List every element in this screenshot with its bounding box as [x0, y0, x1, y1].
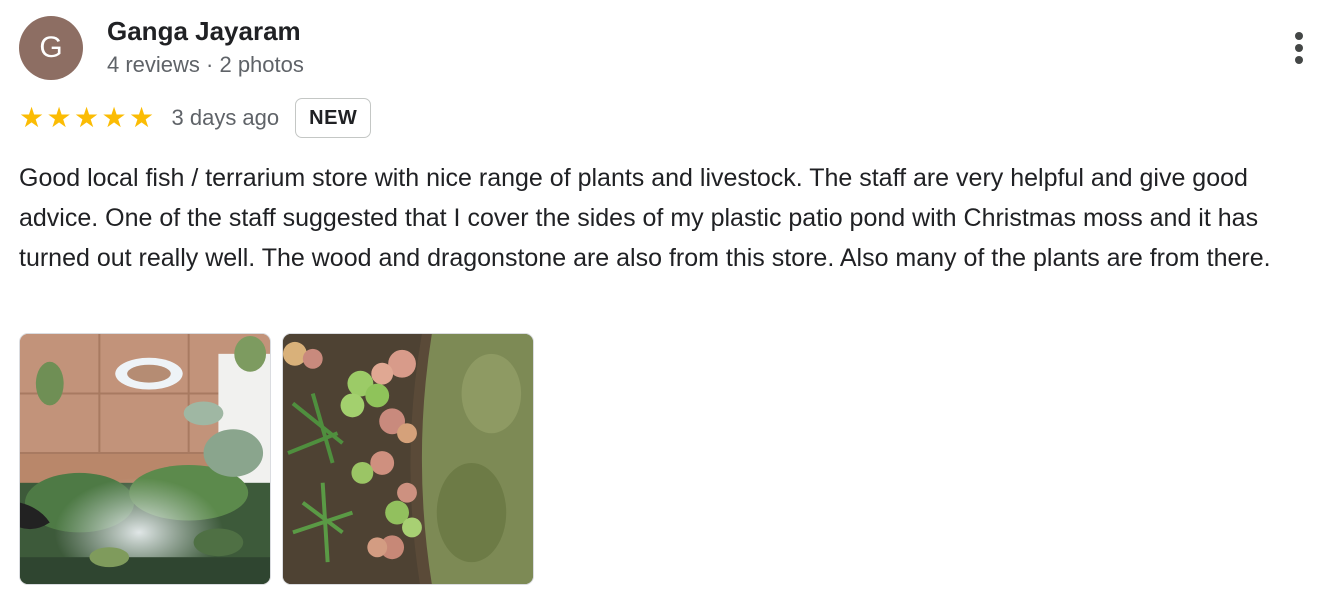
- star-icon: ★: [74, 102, 100, 133]
- avatar[interactable]: G: [19, 16, 83, 80]
- rating-row: ★ ★ ★ ★ ★ 3 days ago NEW: [19, 98, 372, 138]
- review-photo-2[interactable]: [282, 333, 534, 585]
- more-vert-dot: [1295, 44, 1303, 52]
- star-icon: ★: [19, 102, 45, 133]
- star-icon: ★: [129, 102, 155, 133]
- terrarium-photo: [20, 334, 270, 584]
- more-vert-dot: [1295, 56, 1303, 64]
- reviewer-meta[interactable]: 4 reviews · 2 photos: [107, 52, 304, 78]
- more-vert-icon: [1295, 32, 1303, 40]
- star-rating: ★ ★ ★ ★ ★: [19, 104, 157, 132]
- new-badge: NEW: [295, 98, 372, 138]
- reviewer-name[interactable]: Ganga Jayaram: [107, 16, 301, 47]
- more-options-button[interactable]: [1284, 28, 1314, 68]
- review-date: 3 days ago: [171, 105, 280, 130]
- star-icon: ★: [101, 102, 127, 133]
- pond-photo: [283, 334, 533, 584]
- avatar-initial: G: [39, 31, 63, 64]
- review-photo-1[interactable]: [19, 333, 271, 585]
- star-icon: ★: [46, 102, 72, 133]
- review-text: Good local fish / terrarium store with n…: [19, 164, 1271, 272]
